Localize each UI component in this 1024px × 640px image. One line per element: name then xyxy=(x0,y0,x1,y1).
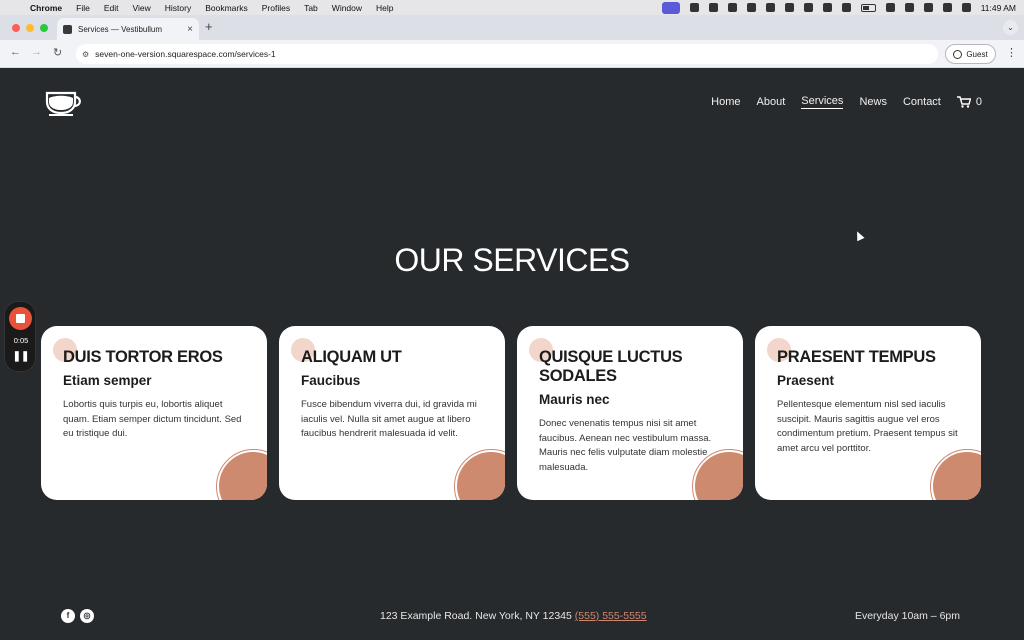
profile-label: Guest xyxy=(966,49,988,59)
nav-home[interactable]: Home xyxy=(711,96,740,108)
status-app-icon[interactable] xyxy=(727,3,737,12)
menu-file[interactable]: File xyxy=(76,3,90,13)
status-app-icon[interactable] xyxy=(708,3,718,12)
site-navigation: Home About Services News Contact 0 xyxy=(711,95,982,109)
facebook-icon[interactable]: f xyxy=(61,609,75,623)
social-links: f ◎ xyxy=(61,609,94,623)
back-arrow-icon[interactable]: ← xyxy=(10,46,21,58)
macos-menu-bar: Chrome File Edit View History Bookmarks … xyxy=(0,0,1024,15)
phone-link[interactable]: (555) 555-5555 xyxy=(575,610,647,622)
instagram-icon[interactable]: ◎ xyxy=(80,609,94,623)
recording-timer: 0:05 xyxy=(13,336,29,345)
status-app-icon[interactable] xyxy=(689,3,699,12)
browser-toolbar: ← → ↻ ⚙ seven-one-version.squarespace.co… xyxy=(0,40,1024,68)
opening-hours: Everyday 10am – 6pm xyxy=(854,610,960,622)
cart-count: 0 xyxy=(975,96,982,108)
card-description: Donec venenatis tempus nisi sit amet fau… xyxy=(539,418,712,473)
card-subtitle: Faucibus xyxy=(301,373,361,388)
profile-button[interactable]: Guest xyxy=(945,44,996,64)
cart-button[interactable]: 0 xyxy=(956,96,982,108)
close-window-button[interactable] xyxy=(12,24,20,32)
battery-icon[interactable] xyxy=(860,3,876,12)
screen-recording-icon[interactable] xyxy=(661,1,680,14)
stop-recording-button[interactable] xyxy=(9,307,32,330)
nav-services[interactable]: Services xyxy=(801,95,844,109)
control-center-icon[interactable] xyxy=(942,3,952,12)
browser-menu-icon[interactable]: ⋮ xyxy=(1006,46,1017,59)
tab-title: Services — Vestibullum xyxy=(78,24,163,34)
card-title: QUISQUE LUCTUS SODALES xyxy=(539,348,683,385)
browser-tab-strip: Services — Vestibullum × + ⌄ xyxy=(0,15,1024,40)
user-icon[interactable] xyxy=(904,3,914,12)
minimize-window-button[interactable] xyxy=(26,24,34,32)
url-text: seven-one-version.squarespace.com/servic… xyxy=(95,49,276,59)
address-bar[interactable]: ⚙ seven-one-version.squarespace.com/serv… xyxy=(76,44,938,64)
coffee-cup-logo-icon[interactable] xyxy=(45,88,85,117)
footer-address: 123 Example Road. New York, NY 12345 (55… xyxy=(380,610,647,622)
status-app-icon[interactable] xyxy=(765,3,775,12)
nav-about[interactable]: About xyxy=(757,96,786,108)
bluetooth-icon[interactable] xyxy=(822,3,832,12)
card-description: Pellentesque elementum nisl sed iaculis … xyxy=(777,399,958,454)
mute-icon[interactable] xyxy=(803,3,813,12)
card-subtitle: Mauris nec xyxy=(539,392,610,407)
card-subtitle: Etiam semper xyxy=(63,373,152,388)
card-title: PRAESENT TEMPUS xyxy=(777,348,936,366)
nav-contact[interactable]: Contact xyxy=(903,96,941,108)
menu-tab[interactable]: Tab xyxy=(304,3,318,13)
site-favicon-icon xyxy=(63,24,72,34)
menu-profiles[interactable]: Profiles xyxy=(262,3,290,13)
card-title: DUIS TORTOR EROS xyxy=(63,348,223,366)
browser-tab-active[interactable]: Services — Vestibullum × xyxy=(57,18,199,40)
zoom-window-button[interactable] xyxy=(40,24,48,32)
shopping-cart-icon xyxy=(956,96,971,108)
window-controls xyxy=(12,24,48,32)
menu-window[interactable]: Window xyxy=(332,3,362,13)
services-cards: DUIS TORTOR EROS Etiam semper Lobortis q… xyxy=(41,326,981,500)
spotlight-search-icon[interactable] xyxy=(923,3,933,12)
page-title: OUR SERVICES xyxy=(394,242,630,278)
menu-history[interactable]: History xyxy=(165,3,191,13)
status-area: 11:49 AM xyxy=(661,0,1016,15)
menu-help[interactable]: Help xyxy=(376,3,393,13)
tab-search-icon[interactable]: ⌄ xyxy=(1003,20,1018,35)
site-footer: f ◎ 123 Example Road. New York, NY 12345… xyxy=(0,608,1024,626)
card-description: Fusce bibendum viverra dui, id gravida m… xyxy=(301,399,477,439)
menu-bookmarks[interactable]: Bookmarks xyxy=(205,3,248,13)
mouse-cursor-icon xyxy=(853,229,865,242)
screen-recorder-widget: 0:05 ❚❚ xyxy=(4,301,36,372)
profile-icon xyxy=(953,49,963,59)
card-subtitle: Praesent xyxy=(777,373,835,388)
new-tab-button[interactable]: + xyxy=(205,19,213,34)
forward-arrow-icon[interactable]: → xyxy=(31,46,42,58)
address-text: 123 Example Road. New York, NY 12345 xyxy=(380,610,572,622)
close-tab-icon[interactable]: × xyxy=(187,24,193,35)
card-title: ALIQUAM UT xyxy=(301,348,402,366)
siri-icon[interactable] xyxy=(961,3,971,12)
card-description: Lobortis quis turpis eu, lobortis alique… xyxy=(63,399,242,439)
status-app-icon[interactable] xyxy=(784,3,794,12)
pause-recording-icon[interactable]: ❚❚ xyxy=(5,351,37,362)
site-info-icon[interactable]: ⚙ xyxy=(82,50,89,59)
website-page: Home About Services News Contact 0 OUR S… xyxy=(0,69,1024,640)
reload-icon[interactable]: ↻ xyxy=(53,46,62,59)
nav-news[interactable]: News xyxy=(859,96,887,108)
menu-edit[interactable]: Edit xyxy=(104,3,119,13)
menu-view[interactable]: View xyxy=(132,3,150,13)
service-card: ALIQUAM UT Faucibus Fusce bibendum viver… xyxy=(279,326,505,500)
status-app-icon[interactable] xyxy=(841,3,851,12)
service-card: QUISQUE LUCTUS SODALES Mauris nec Donec … xyxy=(517,326,743,500)
menu-app-name[interactable]: Chrome xyxy=(30,3,62,13)
menu-clock[interactable]: 11:49 AM xyxy=(981,3,1016,13)
service-card: DUIS TORTOR EROS Etiam semper Lobortis q… xyxy=(41,326,267,500)
status-app-icon[interactable] xyxy=(746,3,756,12)
wifi-icon[interactable] xyxy=(885,3,895,12)
service-card: PRAESENT TEMPUS Praesent Pellentesque el… xyxy=(755,326,981,500)
